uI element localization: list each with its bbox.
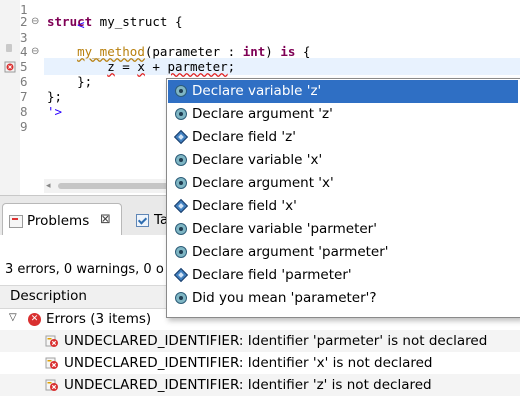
quickfix-label: Declare variable 'x' bbox=[192, 152, 323, 168]
quickfix-label: Declare field 'x' bbox=[192, 198, 297, 214]
code-token: = bbox=[114, 59, 138, 74]
quickfix-label: Did you mean 'parameter'? bbox=[192, 290, 377, 306]
error-marker-icon[interactable] bbox=[4, 61, 16, 73]
code-token: x bbox=[137, 59, 145, 74]
code-line-4: my_method(parameter : int) is { bbox=[47, 44, 310, 60]
quickfix-item[interactable]: Declare argument 'parmeter' bbox=[168, 241, 518, 264]
argument-icon bbox=[175, 246, 187, 258]
field-icon bbox=[173, 267, 189, 283]
fold-toggle-icon[interactable]: ⊖ bbox=[31, 44, 39, 60]
field-icon bbox=[173, 129, 189, 145]
quickfix-item[interactable]: Declare variable 'z' bbox=[168, 80, 518, 103]
problem-description: UNDECLARED_IDENTIFIER: Identifier 'x' is… bbox=[64, 355, 433, 371]
error-icon: ✕ bbox=[28, 313, 41, 326]
quickfix-label: Declare argument 'z' bbox=[192, 106, 333, 122]
code-token: }; bbox=[47, 74, 93, 89]
code-line-2: struct my_struct { bbox=[47, 14, 182, 30]
code-token: + bbox=[144, 59, 168, 74]
code-line-8: '> bbox=[47, 104, 62, 120]
line-number: 9 bbox=[20, 119, 28, 134]
annotation-marker bbox=[6, 44, 12, 52]
quickfix-label: Declare field 'parmeter' bbox=[192, 267, 352, 283]
quickfix-item[interactable]: Declare field 'x' bbox=[168, 195, 518, 218]
variable-icon bbox=[175, 85, 187, 97]
table-row[interactable]: UNDECLARED_IDENTIFIER: Identifier 'z' is… bbox=[0, 374, 520, 396]
code-token: (parameter : bbox=[144, 44, 243, 59]
problems-icon bbox=[9, 215, 23, 228]
code-token: { bbox=[295, 44, 311, 59]
quickfix-item[interactable]: Declare argument 'x' bbox=[168, 172, 518, 195]
quickfix-label: Declare variable 'z' bbox=[192, 83, 322, 99]
code-line-6: }; bbox=[47, 74, 92, 90]
error-marker-icon bbox=[45, 379, 58, 391]
line-number: 6 bbox=[20, 74, 28, 89]
table-row[interactable]: UNDECLARED_IDENTIFIER: Identifier 'parme… bbox=[0, 330, 520, 352]
code-token: my_struct { bbox=[92, 14, 183, 29]
line-number: 5 bbox=[20, 59, 28, 74]
quickfix-label: Declare variable 'parmeter' bbox=[192, 221, 377, 237]
problem-description: UNDECLARED_IDENTIFIER: Identifier 'z' is… bbox=[64, 377, 432, 393]
quickfix-label: Declare argument 'parmeter' bbox=[192, 244, 389, 260]
quickfix-item[interactable]: Declare variable 'parmeter' bbox=[168, 218, 518, 241]
code-token: my_method bbox=[77, 44, 145, 59]
code-token: is bbox=[280, 44, 296, 59]
quickfix-label: Declare field 'z' bbox=[192, 129, 296, 145]
code-line-5: z = x + parmeter; bbox=[47, 59, 235, 75]
field-icon bbox=[173, 198, 189, 214]
quickfix-label: Declare argument 'x' bbox=[192, 175, 334, 191]
error-marker-icon bbox=[45, 335, 58, 347]
fold-toggle-icon[interactable]: ⊖ bbox=[31, 14, 39, 30]
collapse-toggle-icon[interactable]: ▽ bbox=[9, 312, 17, 323]
column-header-description[interactable]: Description bbox=[10, 288, 87, 304]
code-token: }; bbox=[47, 89, 63, 104]
code-token: struct bbox=[47, 14, 93, 29]
tab-label: Problems bbox=[27, 213, 90, 229]
code-token: int bbox=[242, 44, 266, 59]
quickfix-item[interactable]: Declare field 'z' bbox=[168, 126, 518, 149]
line-number: 7 bbox=[20, 89, 28, 104]
tab-problems[interactable]: Problems ⊠ bbox=[2, 203, 122, 237]
code-token: ) bbox=[265, 44, 281, 59]
code-line-7: }; bbox=[47, 89, 62, 105]
group-label: Errors (3 items) bbox=[46, 311, 152, 327]
line-number-gutter: 1 2 3 4 5 6 7 8 9 ⊖ ⊖ bbox=[20, 0, 44, 195]
quickfix-item[interactable]: Declare argument 'z' bbox=[168, 103, 518, 126]
code-token: z bbox=[107, 59, 115, 74]
tasks-icon bbox=[136, 214, 149, 227]
variable-icon bbox=[175, 154, 187, 166]
line-number: 8 bbox=[20, 104, 28, 119]
variable-icon bbox=[175, 223, 187, 235]
scroll-left-icon[interactable]: ◂ bbox=[46, 181, 51, 191]
quickfix-item[interactable]: Declare field 'parmeter' bbox=[168, 264, 518, 287]
code-token: parmeter bbox=[167, 59, 228, 74]
problems-summary: 3 errors, 0 warnings, 0 o bbox=[5, 262, 164, 277]
code-token: '> bbox=[47, 104, 63, 119]
argument-icon bbox=[175, 108, 187, 120]
problem-description: UNDECLARED_IDENTIFIER: Identifier 'parme… bbox=[64, 333, 488, 349]
quickfix-item[interactable]: Did you mean 'parameter'? bbox=[168, 287, 518, 310]
argument-icon bbox=[175, 177, 187, 189]
table-row[interactable]: UNDECLARED_IDENTIFIER: Identifier 'x' is… bbox=[0, 352, 520, 374]
suggestion-icon bbox=[175, 292, 187, 304]
quick-fix-popup: Declare variable 'z' Declare argument 'z… bbox=[166, 78, 520, 318]
close-icon[interactable]: ⊠ bbox=[100, 212, 111, 227]
code-token: ; bbox=[227, 59, 236, 74]
marker-gutter[interactable] bbox=[0, 0, 20, 195]
quickfix-item[interactable]: Declare variable 'x' bbox=[168, 149, 518, 172]
error-marker-icon bbox=[45, 357, 58, 369]
